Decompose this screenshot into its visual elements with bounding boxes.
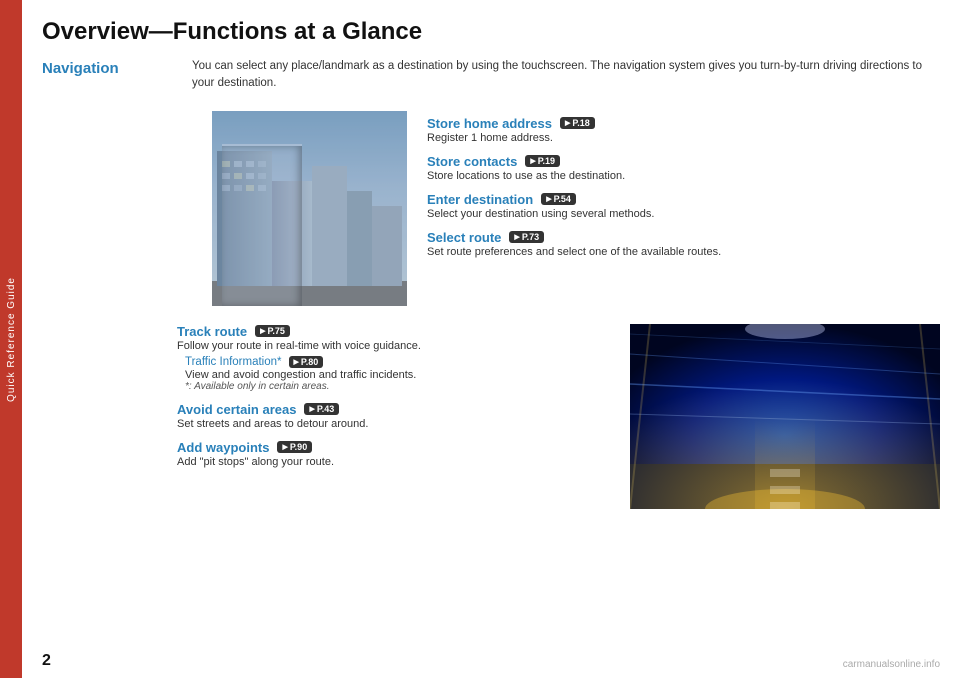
top-content: Store home address P.18 Register 1 home …	[42, 111, 940, 306]
bottom-left: Track route P.75 Follow your route in re…	[42, 324, 610, 509]
feature-store-home-ref: P.18	[560, 117, 595, 129]
feature-store-home-title: Store home address P.18	[427, 116, 940, 131]
building-svg	[212, 111, 407, 306]
feature-select-route-ref: P.73	[509, 231, 544, 243]
navigation-label: Navigation	[42, 58, 192, 93]
feature-enter-destination: Enter destination P.54 Select your desti…	[427, 192, 940, 220]
feature-track-route-ref: P.75	[255, 325, 290, 337]
sub-feature-traffic-desc: View and avoid congestion and traffic in…	[185, 369, 610, 381]
feature-add-waypoints-desc: Add "pit stops" along your route.	[177, 456, 610, 468]
feature-add-waypoints-title: Add waypoints P.90	[177, 440, 610, 455]
feature-store-contacts-desc: Store locations to use as the destinatio…	[427, 170, 940, 182]
feature-track-route-title: Track route P.75	[177, 324, 610, 339]
feature-store-contacts-ref: P.19	[525, 155, 560, 167]
sidebar: Quick Reference Guide	[0, 0, 22, 678]
sub-feature-traffic-ref: P.80	[289, 356, 324, 368]
features-list: Store home address P.18 Register 1 home …	[427, 111, 940, 306]
sub-feature-traffic: Traffic Information* P.80 View and avoid…	[177, 356, 610, 392]
feature-avoid-areas-ref: P.43	[304, 403, 339, 415]
tunnel-svg	[630, 324, 940, 509]
bottom-section: Track route P.75 Follow your route in re…	[42, 324, 940, 509]
road-tunnel-image	[630, 324, 940, 509]
feature-avoid-areas: Avoid certain areas P.43 Set streets and…	[177, 402, 610, 430]
watermark: carmanualsonline.info	[843, 659, 940, 670]
spacer	[42, 111, 192, 306]
feature-store-contacts: Store contacts P.19 Store locations to u…	[427, 154, 940, 182]
navigation-description: You can select any place/landmark as a d…	[192, 58, 940, 93]
feature-select-route: Select route P.73 Set route preferences …	[427, 230, 940, 258]
nav-section: Navigation You can select any place/land…	[42, 58, 940, 93]
sub-feature-traffic-note: *: Available only in certain areas.	[185, 381, 610, 392]
feature-track-route-desc: Follow your route in real-time with voic…	[177, 340, 610, 352]
feature-track-route: Track route P.75 Follow your route in re…	[177, 324, 610, 392]
feature-enter-destination-desc: Select your destination using several me…	[427, 208, 940, 220]
feature-enter-destination-title: Enter destination P.54	[427, 192, 940, 207]
feature-store-contacts-title: Store contacts P.19	[427, 154, 940, 169]
feature-select-route-title: Select route P.73	[427, 230, 940, 245]
feature-avoid-areas-desc: Set streets and areas to detour around.	[177, 418, 610, 430]
building-image	[212, 111, 407, 306]
feature-add-waypoints: Add waypoints P.90 Add "pit stops" along…	[177, 440, 610, 468]
page-number: 2	[42, 652, 51, 670]
page-title: Overview—Functions at a Glance	[42, 18, 940, 46]
main-content: Overview—Functions at a Glance Navigatio…	[22, 0, 960, 678]
feature-add-waypoints-ref: P.90	[277, 441, 312, 453]
feature-select-route-desc: Set route preferences and select one of …	[427, 246, 940, 258]
sub-feature-traffic-title: Traffic Information* P.80	[185, 356, 610, 368]
feature-avoid-areas-title: Avoid certain areas P.43	[177, 402, 610, 417]
feature-store-home-desc: Register 1 home address.	[427, 132, 940, 144]
sidebar-label: Quick Reference Guide	[6, 277, 17, 402]
feature-store-home: Store home address P.18 Register 1 home …	[427, 116, 940, 144]
feature-enter-destination-ref: P.54	[541, 193, 576, 205]
